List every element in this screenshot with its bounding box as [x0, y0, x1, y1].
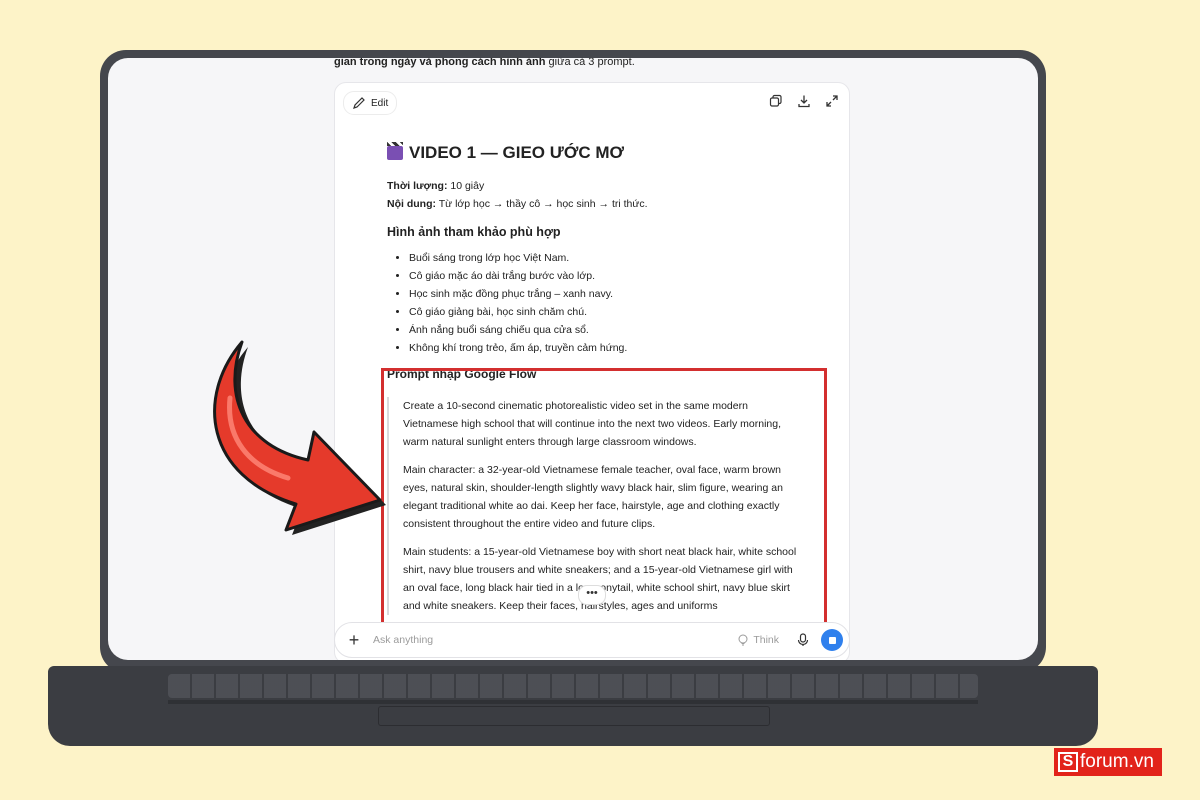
list-item: Cô giáo mặc áo dài trắng bước vào lớp. [409, 267, 827, 285]
prompt-paragraph: Main students: a 15-year-old Vietnamese … [403, 546, 797, 612]
prompt-heading: Prompt nhập Google Flow [387, 367, 537, 381]
video-title: VIDEO 1 — GIEO ƯỚC MƠ [387, 142, 827, 163]
trackpad [378, 706, 770, 726]
content-line: Nội dung: Từ lớp học → thầy cô → học sin… [387, 198, 648, 210]
keyboard-edge [168, 700, 978, 704]
stop-button[interactable] [821, 629, 843, 651]
list-item: Cô giáo giảng bài, học sinh chăm chú. [409, 303, 827, 321]
brand-logo: S forum.vn [1054, 748, 1162, 776]
prompt-quote: Create a 10-second cinematic photorealis… [387, 397, 803, 615]
expand-icon[interactable] [825, 94, 839, 108]
copy-icon[interactable] [769, 94, 783, 108]
canvas-panel: Edit VIDEO 1 — GIEO ƯỚC MƠ Thời lượng: 1… [334, 82, 850, 660]
microphone-icon[interactable] [797, 633, 809, 647]
list-item: Học sinh mặc đồng phục trắng – xanh navy… [409, 285, 827, 303]
refs-list: Buổi sáng trong lớp học Việt Nam. Cô giá… [387, 249, 827, 357]
add-icon[interactable]: + [345, 630, 363, 651]
prompt-paragraph: Main character: a 32-year-old Vietnamese… [403, 464, 783, 530]
brand-text: forum.vn [1080, 751, 1154, 772]
edit-label: Edit [371, 97, 389, 109]
brand-mark: S [1058, 752, 1078, 772]
more-button[interactable]: ••• [578, 585, 606, 605]
duration-line: Thời lượng: 10 giây [387, 180, 485, 192]
clapperboard-icon [387, 142, 403, 160]
stop-icon [828, 636, 836, 644]
think-toggle[interactable]: Think [737, 634, 779, 646]
download-icon[interactable] [797, 94, 811, 108]
lightbulb-icon [738, 634, 748, 646]
refs-heading: Hình ảnh tham khảo phù hợp [387, 225, 561, 239]
intro-text: gian trong ngày và phong cách hình ảnh g… [334, 58, 635, 68]
video-title-text: VIDEO 1 — GIEO ƯỚC MƠ [409, 143, 625, 162]
think-label: Think [753, 634, 779, 646]
list-item: Không khí trong trẻo, ấm áp, truyền cảm … [409, 339, 827, 357]
canvas-actions [769, 94, 839, 108]
edit-button[interactable]: Edit [343, 91, 398, 115]
list-item: Buổi sáng trong lớp học Việt Nam. [409, 249, 827, 267]
pencil-icon [353, 97, 365, 109]
laptop-base [48, 666, 1098, 746]
list-item: Ánh nắng buổi sáng chiếu qua cửa sổ. [409, 321, 827, 339]
document-content: VIDEO 1 — GIEO ƯỚC MƠ Thời lượng: 10 giâ… [387, 142, 827, 625]
prompt-paragraph: Create a 10-second cinematic photorealis… [403, 400, 782, 448]
chat-input[interactable]: Ask anything [373, 634, 737, 646]
keyboard [168, 674, 978, 698]
chat-composer: + Ask anything Think [334, 622, 850, 658]
red-arrow-icon [213, 340, 386, 535]
